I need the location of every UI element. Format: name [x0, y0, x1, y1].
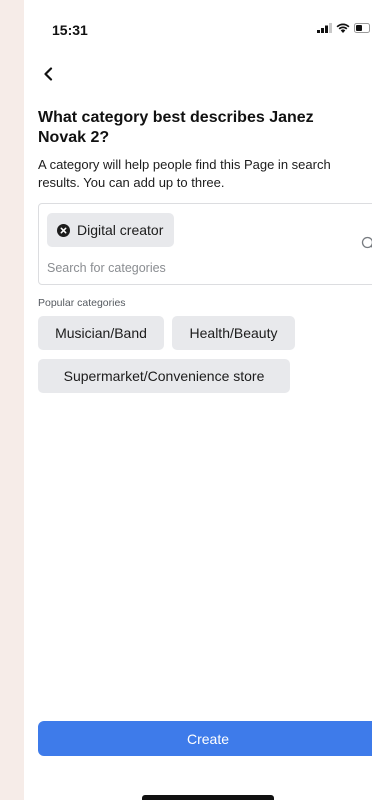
wifi-icon: [336, 23, 350, 33]
popular-category-chip[interactable]: Supermarket/Convenience store: [38, 359, 290, 393]
chevron-left-icon: [44, 67, 53, 81]
status-icons: [317, 23, 370, 33]
selected-category-label: Digital creator: [77, 222, 164, 238]
selected-category-chip[interactable]: Digital creator: [47, 213, 175, 247]
category-search-input[interactable]: [47, 258, 327, 278]
signal-icon: [317, 23, 332, 33]
battery-icon: [354, 23, 370, 33]
home-indicator: [142, 795, 274, 800]
status-time: 15:31: [52, 22, 88, 38]
popular-category-chip[interactable]: Musician/Band: [38, 316, 164, 350]
page-title: What category best describes Janez Novak…: [38, 109, 314, 146]
search-icon[interactable]: [361, 236, 372, 252]
back-button[interactable]: [38, 64, 58, 84]
page-subtitle: A category will help people find this Pa…: [38, 157, 331, 190]
phone-screen: 15:31 What category best describes Janez…: [24, 0, 372, 800]
status-bar: 15:31: [24, 0, 372, 56]
popular-categories-label: Popular categories: [38, 297, 126, 309]
create-button[interactable]: Create: [38, 721, 372, 756]
close-circle-icon[interactable]: [57, 223, 70, 237]
category-picker: Digital creator: [38, 203, 372, 285]
popular-category-chip[interactable]: Health/Beauty: [172, 316, 295, 350]
